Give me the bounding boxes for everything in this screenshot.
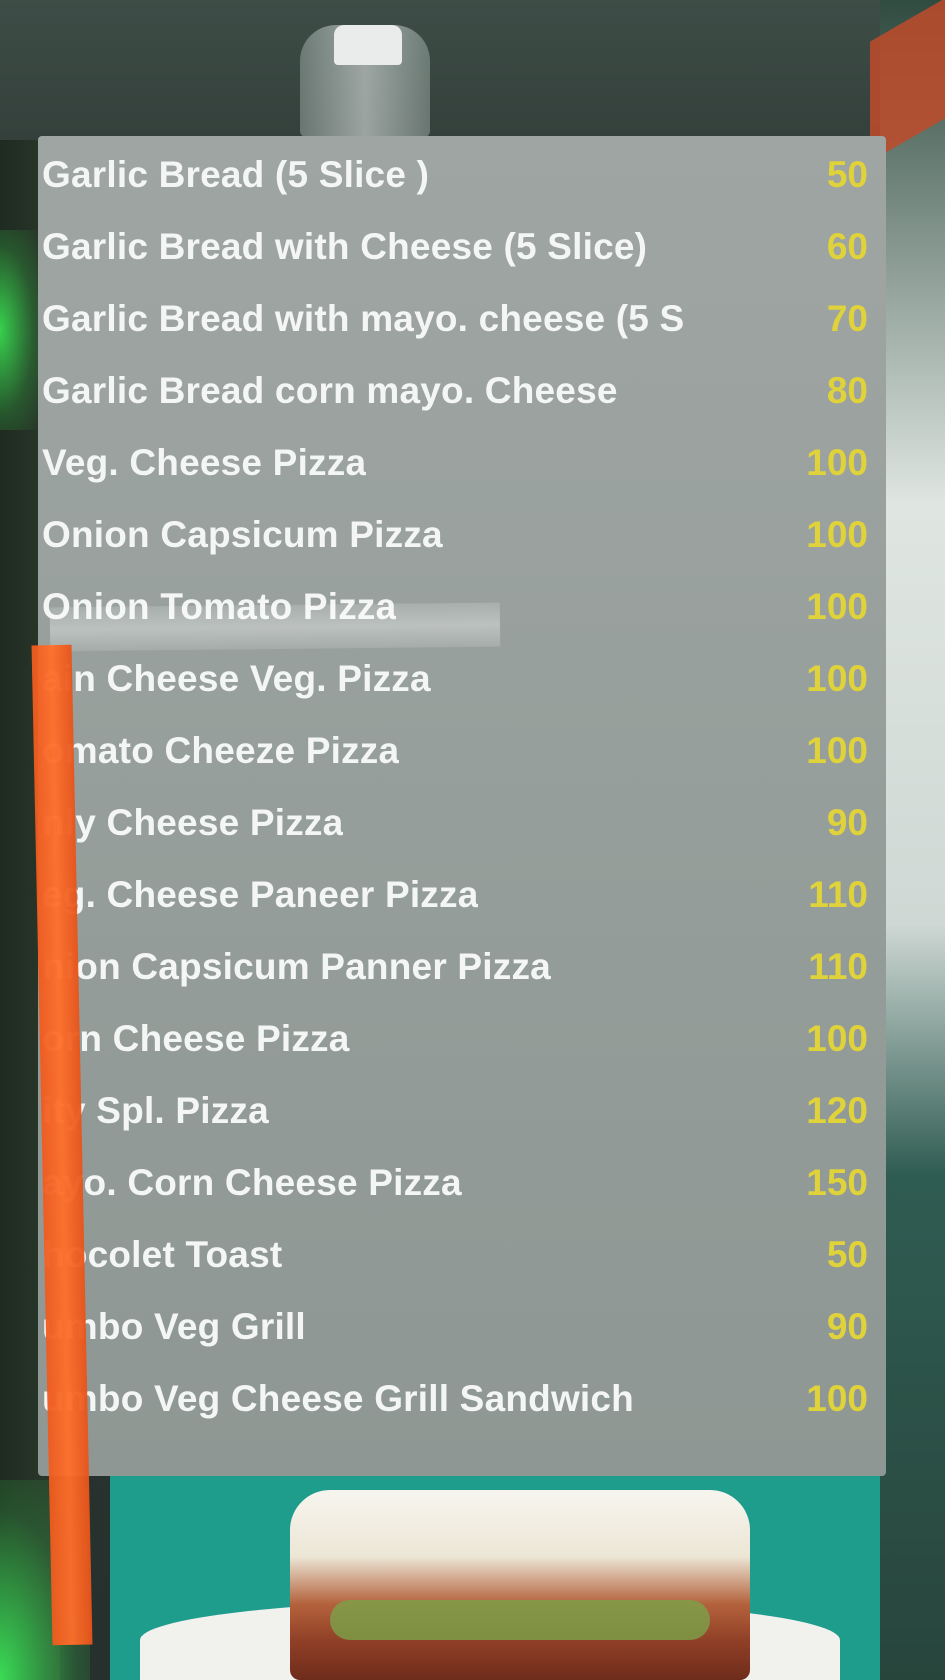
item-name: ain Cheese Veg. Pizza [42, 658, 431, 699]
clear-tape [49, 602, 501, 652]
item-price: 50 [826, 1234, 868, 1275]
menu-row: Garlic Bread with Cheese (5 Slice) 60 [38, 212, 886, 282]
menu-row: omato Cheeze Pizza 100 [38, 716, 886, 786]
item-price: 100 [806, 586, 868, 627]
item-price: 70 [826, 298, 868, 339]
item-price: 100 [806, 658, 868, 699]
item-name: Onion Capsicum Pizza [42, 514, 443, 555]
item-price: 120 [806, 1090, 868, 1131]
item-price: 110 [808, 946, 868, 987]
item-name: Veg. Cheese Pizza [42, 442, 367, 483]
item-price: 100 [806, 514, 868, 555]
item-name: Garlic Bread with Cheese (5 Slice) [42, 226, 648, 267]
green-light [0, 230, 40, 430]
menu-row: Onion Capsicum Pizza 100 [38, 500, 886, 570]
item-name: omato Cheeze Pizza [42, 730, 400, 771]
sandwich-image [290, 1490, 750, 1680]
menu-row: Veg. Cheese Pizza 100 [38, 428, 886, 498]
item-name: nion Capsicum Panner Pizza [42, 946, 551, 987]
item-price: 50 [826, 154, 868, 195]
menu-row: Garlic Bread corn mayo. Cheese 80 [38, 356, 886, 426]
right-wall [880, 0, 945, 1680]
item-name: nly Cheese Pizza [42, 802, 344, 843]
item-price: 100 [806, 1018, 868, 1059]
item-price: 90 [826, 1306, 868, 1347]
item-name: Garlic Bread (5 Slice ) [42, 154, 430, 195]
item-name: eg. Cheese Paneer Pizza [42, 874, 479, 915]
menu-row: Garlic Bread (5 Slice ) 50 [38, 140, 886, 210]
item-price: 100 [806, 442, 868, 483]
menu-row: nion Capsicum Panner Pizza 110 [38, 932, 886, 1002]
item-name: orn Cheese Pizza [42, 1018, 350, 1059]
item-price: 80 [826, 370, 868, 411]
item-name: Garlic Bread with mayo. cheese (5 S [42, 298, 685, 339]
menu-row: Garlic Bread with mayo. cheese (5 S 70 [38, 284, 886, 354]
item-price: 100 [806, 730, 868, 771]
item-name: ayo. Corn Cheese Pizza [42, 1162, 462, 1203]
menu-board: Garlic Bread (5 Slice ) 50 Garlic Bread … [38, 136, 886, 1476]
menu-row: ity Spl. Pizza 120 [38, 1076, 886, 1146]
item-name: umbo Veg Cheese Grill Sandwich [42, 1378, 634, 1419]
menu-row: ain Cheese Veg. Pizza 100 [38, 644, 886, 714]
item-name: Garlic Bread corn mayo. Cheese [42, 370, 618, 411]
menu-row: ayo. Corn Cheese Pizza 150 [38, 1148, 886, 1218]
ceiling [0, 0, 945, 140]
lettuce-layer [330, 1600, 710, 1640]
menu-row: orn Cheese Pizza 100 [38, 1004, 886, 1074]
item-price: 90 [826, 802, 868, 843]
item-price: 100 [806, 1378, 868, 1419]
menu-row: umbo Veg Cheese Grill Sandwich 100 [38, 1364, 886, 1434]
menu-row: hocolet Toast 50 [38, 1220, 886, 1290]
menu-row: umbo Veg Grill 90 [38, 1292, 886, 1362]
menu-row: eg. Cheese Paneer Pizza 110 [38, 860, 886, 930]
bottle-cap [334, 25, 402, 65]
item-price: 110 [808, 874, 868, 915]
item-price: 150 [806, 1162, 868, 1203]
item-price: 60 [826, 226, 868, 267]
menu-row: nly Cheese Pizza 90 [38, 788, 886, 858]
